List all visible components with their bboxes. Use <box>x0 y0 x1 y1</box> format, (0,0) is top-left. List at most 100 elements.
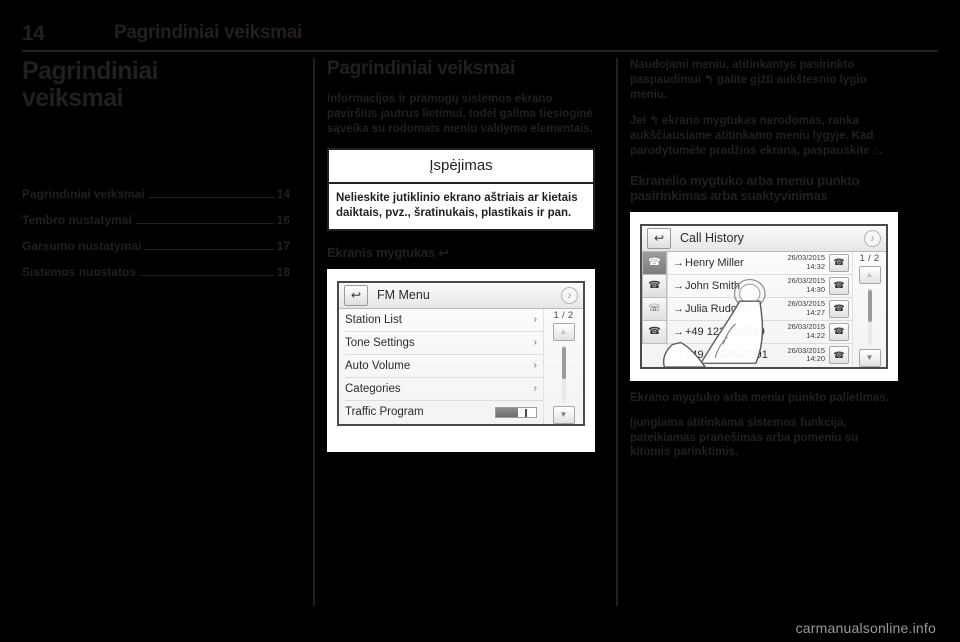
scrollbar-track[interactable] <box>867 287 872 345</box>
chapter-title-line2: veiksmai <box>22 84 123 112</box>
music-note-icon[interactable]: ♪ <box>561 286 578 304</box>
subheading-select-activate: Ekranėlio mygtuko arba meniu punkto pasi… <box>630 172 860 203</box>
call-timestamp: 26/03/2015 14:20 <box>779 346 825 364</box>
chevron-right-icon: › <box>533 314 537 326</box>
screen-title: Call History <box>680 231 744 246</box>
slider-fill <box>496 407 518 417</box>
phone-icon[interactable]: ☎ <box>829 346 849 365</box>
infotainment-screen-call-history: ↩ Call History ♪ ☎ ☎ ☏ ☎ → Henry Miller <box>640 223 888 369</box>
intro-paragraph: Informacijos ir pramogų sistemos ekrano … <box>327 93 593 135</box>
call-history-row[interactable]: → John Smith 26/03/2015 14:30 ☎ <box>668 275 852 298</box>
caller-name: +49 123 456789 <box>685 325 765 338</box>
scrollbar-track[interactable] <box>561 344 566 402</box>
incoming-call-icon[interactable]: ☎ <box>642 274 667 298</box>
toc-page: 18 <box>276 265 290 279</box>
header-rule <box>22 50 938 52</box>
call-time: 14:22 <box>806 330 825 340</box>
caller-name: Henry Miller <box>685 256 744 269</box>
figure-call-history: ↩ Call History ♪ ☎ ☎ ☏ ☎ → Henry Miller <box>630 211 898 381</box>
toc-entry[interactable]: Sistemos nuostatos 18 <box>22 266 290 279</box>
direction-arrow-icon: → <box>673 279 684 292</box>
page-indicator: 1 / 2 <box>859 252 880 264</box>
direction-arrow-icon: → <box>673 325 684 338</box>
chevron-down-icon[interactable]: ▼ <box>858 348 881 367</box>
scrollbar-thumb[interactable] <box>561 346 566 379</box>
column-right: Naudojami meniu, atitinkantys pasirinkto… <box>630 58 898 606</box>
phone-icon[interactable]: ☎ <box>829 276 849 295</box>
screen-titlebar: ↩ FM Menu ♪ <box>339 282 583 309</box>
right-paragraph-1: Naudojami meniu, atitinkantys pasirinkto… <box>630 59 867 101</box>
call-history-scroll-column: 1 / 2 ▲ ▼ <box>852 251 886 367</box>
call-time: 14:20 <box>806 354 825 364</box>
chevron-up-icon[interactable]: ▲ <box>858 265 881 284</box>
menu-item-label: Station List <box>345 313 402 326</box>
menu-item-categories[interactable]: Categories › <box>345 378 543 401</box>
phone-icon[interactable]: ☎ <box>829 322 849 341</box>
phone-icon[interactable]: ☎ <box>829 299 849 318</box>
call-history-row[interactable]: → +49 123 456789 26/03/2015 14:22 ☎ <box>668 321 852 344</box>
menu-item-label: Tone Settings <box>345 336 415 349</box>
menu-item-station-list[interactable]: Station List › <box>345 309 543 332</box>
direction-arrow-icon: → <box>673 256 684 269</box>
outgoing-call-icon[interactable]: ☎ <box>642 320 667 344</box>
subheading-screen-button: Ekranis mygtukas ↩ <box>327 245 595 260</box>
scrollbar-thumb[interactable] <box>867 289 872 322</box>
call-history-list: → Henry Miller 26/03/2015 14:32 ☎ → John… <box>668 252 852 367</box>
section-title: Pagrindiniai veiksmai <box>327 58 516 79</box>
toc-leader <box>135 223 274 224</box>
back-arrow-icon[interactable]: ↩ <box>647 227 671 249</box>
direction-arrow-icon: → <box>673 302 684 315</box>
toc-page: 16 <box>276 213 290 227</box>
menu-item-label: Auto Volume <box>345 359 411 372</box>
footer-watermark: carmanualsonline.info <box>795 620 936 636</box>
menu-item-label: Categories <box>345 382 401 395</box>
subheading-label: Ekranis mygtukas <box>327 244 436 260</box>
phone-icon[interactable]: ☎ <box>829 253 849 272</box>
toc-leader <box>140 275 274 276</box>
toc-entry[interactable]: Garsumo nustatymai 17 <box>22 240 290 253</box>
toc-page: 17 <box>276 239 290 253</box>
chevron-up-icon[interactable]: ▲ <box>552 322 575 341</box>
screen-body: ☎ ☎ ☏ ☎ → Henry Miller 26/03/2015 14:32 <box>642 251 886 367</box>
call-timestamp: 26/03/2015 14:27 <box>779 299 825 317</box>
call-history-row[interactable]: → Julia Rudolff 26/03/2015 14:27 ☎ <box>668 298 852 321</box>
figure-fm-menu: ↩ FM Menu ♪ Station List › Tone Settings… <box>327 268 595 452</box>
toc-label: Garsumo nustatymai <box>22 239 142 253</box>
traffic-program-slider[interactable] <box>495 406 537 418</box>
caller-name: Julia Rudolff <box>685 302 746 315</box>
back-arrow-icon[interactable]: ↩ <box>344 284 368 306</box>
right-paragraph-2: Jei ↰ ekrano mygtukas nerodomas, ranka a… <box>630 114 883 157</box>
caption-paragraph-1: Ekrano mygtuko arba meniu punkto palieti… <box>630 391 889 404</box>
chevron-right-icon: › <box>533 383 537 395</box>
menu-item-traffic-program[interactable]: Traffic Program <box>345 401 543 424</box>
call-timestamp: 26/03/2015 14:32 <box>779 253 825 271</box>
menu-item-tone-settings[interactable]: Tone Settings › <box>345 332 543 355</box>
caption-paragraph-2: Įjungiama atitinkama sistemos funkcija, … <box>630 416 859 459</box>
call-history-row[interactable]: → +49 1234567891 26/03/2015 14:20 ☎ <box>668 344 852 367</box>
menu-item-label: Traffic Program <box>345 406 424 419</box>
page-title: Pagrindiniai veiksmai <box>114 22 303 43</box>
warning-body: Nelieskite jutiklinio ekrano aštriais ar… <box>329 183 593 229</box>
menu-item-auto-volume[interactable]: Auto Volume › <box>345 355 543 378</box>
back-arrow-icon: ↩ <box>438 245 449 260</box>
call-timestamp: 26/03/2015 14:30 <box>779 276 825 294</box>
chapter-title: Pagrindiniai veiksmai <box>22 58 290 112</box>
column-divider-2 <box>616 58 618 606</box>
column-left: Pagrindiniai veiksmai Pagrindiniai veiks… <box>22 58 290 606</box>
call-time: 14:32 <box>806 261 825 271</box>
music-note-icon[interactable]: ♪ <box>864 229 881 247</box>
chapter-title-line1: Pagrindiniai <box>22 57 158 85</box>
slider-knob[interactable] <box>525 408 527 417</box>
column-middle: Pagrindiniai veiksmai Informacijos ir pr… <box>327 58 595 606</box>
all-calls-icon[interactable]: ☎ <box>642 251 667 275</box>
direction-arrow-icon: → <box>673 349 684 362</box>
infotainment-screen-fm: ↩ FM Menu ♪ Station List › Tone Settings… <box>337 280 585 426</box>
screen-titlebar: ↩ Call History ♪ <box>642 225 886 252</box>
call-history-row[interactable]: → Henry Miller 26/03/2015 14:32 ☎ <box>668 252 852 275</box>
toc-entry[interactable]: Tembro nustatymai 16 <box>22 214 290 227</box>
toc-leader <box>148 197 274 198</box>
fm-scroll-column: 1 / 2 ▲ ▼ <box>543 308 583 424</box>
missed-call-icon[interactable]: ☏ <box>642 297 667 321</box>
chevron-down-icon[interactable]: ▼ <box>552 405 575 424</box>
toc-entry[interactable]: Pagrindiniai veiksmai 14 <box>22 188 290 201</box>
